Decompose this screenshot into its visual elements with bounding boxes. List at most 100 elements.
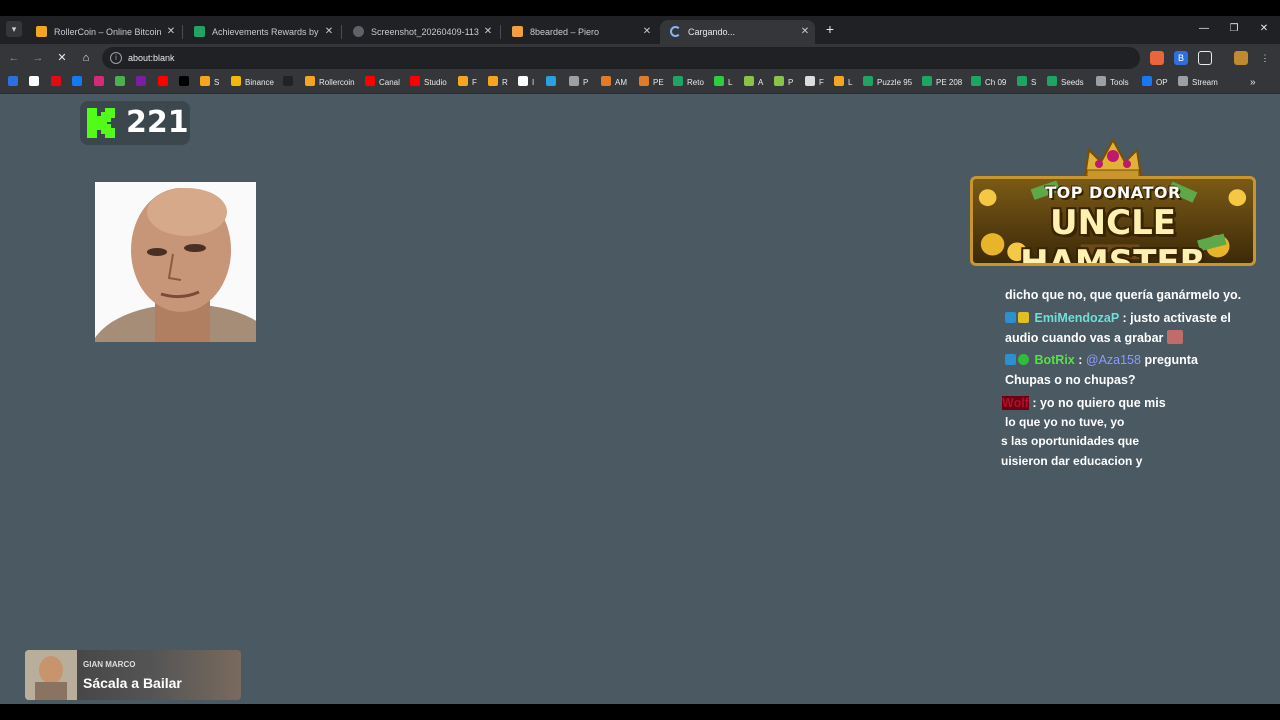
8bearded-icon	[512, 26, 523, 37]
bookmark-icon	[231, 76, 241, 86]
bookmark-item[interactable]	[8, 75, 22, 91]
bookmark-item[interactable]: R	[488, 75, 508, 91]
fox-extension-icon[interactable]	[1150, 51, 1164, 65]
chat-text: :	[1074, 353, 1086, 367]
bookmark-label: S	[1031, 78, 1037, 87]
bookmark-item[interactable]	[546, 75, 560, 91]
menu-icon[interactable]: ⋮	[1258, 51, 1272, 65]
bookmark-icon	[1096, 76, 1106, 86]
bookmark-icon	[94, 76, 104, 86]
bookmark-item[interactable]: OP	[1142, 75, 1168, 91]
tab-screenshot[interactable]: Screenshot_20260409-113352. ✕	[343, 20, 498, 44]
bookmark-item[interactable]	[283, 75, 297, 91]
extensions-icon[interactable]	[1198, 51, 1212, 65]
minimize-button[interactable]: —	[1194, 20, 1214, 38]
bookmark-item[interactable]	[115, 75, 129, 91]
bookmark-icon	[673, 76, 683, 86]
bookmark-label: F	[819, 78, 824, 87]
bookmark-item[interactable]: Binance	[231, 75, 274, 91]
bookmark-item[interactable]	[51, 75, 65, 91]
forward-button[interactable]: →	[30, 50, 46, 66]
close-icon[interactable]: ✕	[165, 20, 177, 44]
bookmark-icon	[1178, 76, 1188, 86]
address-bar[interactable]: i about:blank	[102, 47, 1140, 69]
bookmark-item[interactable]: I	[518, 75, 534, 91]
bookmark-item[interactable]: F	[805, 75, 824, 91]
tab-search-button[interactable]: ▾	[6, 21, 22, 37]
donator-banner: TOP DONATOR UNCLE HAMSTER	[970, 176, 1256, 266]
bookmark-item[interactable]	[72, 75, 86, 91]
bookmark-icon	[365, 76, 375, 86]
bookmark-icon	[1142, 76, 1152, 86]
tab-8bearded[interactable]: 8bearded – Piero ✕	[502, 20, 657, 44]
bookmark-icon	[971, 76, 981, 86]
bookmark-item[interactable]	[179, 75, 193, 91]
screen: ▾ RollerCoin – Online Bitcoin Mi ✕ Achie…	[0, 0, 1280, 720]
bookmark-item[interactable]: L	[714, 75, 732, 91]
bookmark-item[interactable]: S	[200, 75, 219, 91]
bookmark-item[interactable]: P	[569, 75, 588, 91]
chat-text: uisieron dar educacion y	[1001, 454, 1143, 468]
bookmark-item[interactable]	[158, 75, 172, 91]
bookmark-item[interactable]: P	[774, 75, 793, 91]
restore-button[interactable]: ❐	[1224, 20, 1244, 38]
face-photo	[95, 182, 256, 342]
tab-title: Screenshot_20260409-113352.	[371, 27, 479, 37]
bookmark-item[interactable]: A	[744, 75, 763, 91]
bookmark-item[interactable]: F	[458, 75, 477, 91]
tab-cargando[interactable]: Cargando... ✕	[660, 20, 815, 44]
bookmark-item[interactable]: Seeds	[1047, 75, 1084, 91]
bookmark-item[interactable]: Puzzle 95	[863, 75, 912, 91]
bookmark-label: S	[214, 78, 220, 87]
bookmark-item[interactable]: Tools	[1096, 75, 1129, 91]
tab-achievements[interactable]: Achievements Rewards by Piero ✕	[184, 20, 339, 44]
bookmark-item[interactable]: Rollercoin	[305, 75, 355, 91]
bookmark-icon	[546, 76, 556, 86]
close-window-button[interactable]: ✕	[1254, 20, 1274, 38]
bookmark-icon	[458, 76, 468, 86]
tab-rollercoin[interactable]: RollerCoin – Online Bitcoin Mi ✕	[26, 20, 181, 44]
info-icon[interactable]: i	[110, 52, 122, 64]
stop-button[interactable]: ✕	[54, 50, 70, 66]
bookmark-item[interactable]: Stream	[1178, 75, 1218, 91]
home-button[interactable]: ⌂	[78, 50, 94, 66]
chat-text: lo que yo no tuve, yo	[1005, 415, 1125, 429]
bookmark-item[interactable]: S	[1017, 75, 1036, 91]
bookmark-item[interactable]	[29, 75, 43, 91]
tab-strip: ▾ RollerCoin – Online Bitcoin Mi ✕ Achie…	[0, 16, 1280, 44]
song-title: Sácala a Bailar	[83, 675, 182, 691]
bookmark-item[interactable]: Ch 09	[971, 75, 1006, 91]
bookmark-icon	[179, 76, 189, 86]
bookmark-item[interactable]: Reto	[673, 75, 704, 91]
bookmark-item[interactable]: Studio	[410, 75, 447, 91]
badge-icon	[1005, 312, 1016, 323]
bookmarks-overflow-icon[interactable]: »	[1250, 75, 1256, 91]
bookmark-label: Ch 09	[985, 78, 1007, 87]
b-extension-icon[interactable]: B	[1174, 51, 1188, 65]
bookmark-item[interactable]: Canal	[365, 75, 400, 91]
address-text[interactable]: about:blank	[128, 47, 175, 69]
bookmark-item[interactable]: PE	[639, 75, 664, 91]
bookmark-icon	[639, 76, 649, 86]
bookmark-icon	[922, 76, 932, 86]
back-button[interactable]: ←	[6, 50, 22, 66]
bookmark-label: Seeds	[1061, 78, 1084, 87]
bookmark-icon	[518, 76, 528, 86]
close-icon[interactable]: ✕	[799, 20, 811, 44]
new-tab-button[interactable]: +	[823, 21, 837, 37]
profile-avatar[interactable]	[1234, 51, 1248, 65]
bookmark-item[interactable]: AM	[601, 75, 627, 91]
tab-title: 8bearded – Piero	[530, 27, 600, 37]
chat-text: : justo activaste el	[1119, 311, 1231, 325]
bookmark-label: I	[532, 78, 535, 87]
bookmark-item[interactable]	[136, 75, 150, 91]
bookmark-item[interactable]: PE 208	[922, 75, 962, 91]
bookmark-item[interactable]	[94, 75, 108, 91]
artist-name: GIAN MARCO	[83, 660, 136, 669]
badge-icon	[1005, 354, 1016, 365]
close-icon[interactable]: ✕	[641, 20, 653, 44]
bookmark-item[interactable]: L	[834, 75, 852, 91]
chat-message: BotRix : @Aza158 pregunta	[1005, 351, 1198, 371]
close-icon[interactable]: ✕	[323, 20, 335, 44]
close-icon[interactable]: ✕	[482, 20, 494, 44]
